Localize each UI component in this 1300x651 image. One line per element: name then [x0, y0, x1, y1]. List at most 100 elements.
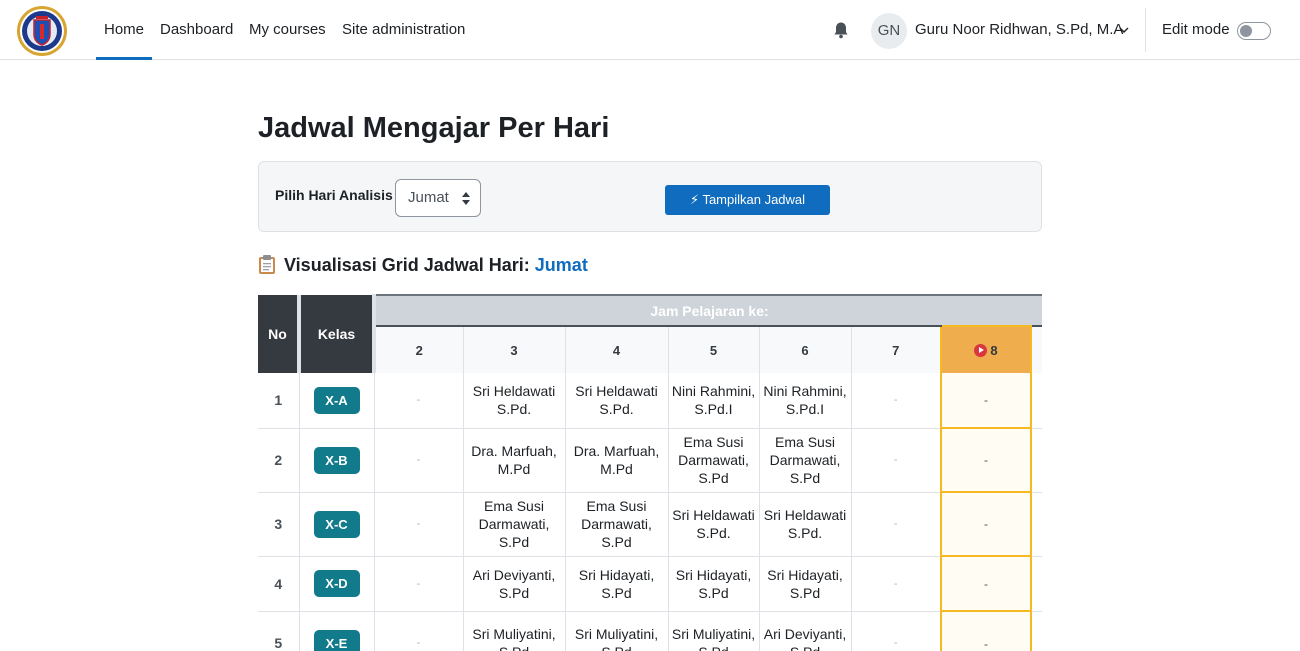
- schedule-cell: Ema Susi Darmawati, S.Pd: [463, 492, 566, 557]
- schedule-cell: -: [851, 373, 942, 429]
- user-menu-name[interactable]: Guru Noor Ridhwan, S.Pd, M.A: [915, 0, 1123, 60]
- schedule-cell: -: [374, 373, 464, 429]
- class-badge[interactable]: X-D: [313, 570, 360, 597]
- school-logo[interactable]: [16, 5, 68, 57]
- column-header-kelas: Kelas: [299, 295, 376, 373]
- play-circle-icon: [974, 343, 988, 357]
- row-number: 4: [258, 556, 300, 612]
- class-badge[interactable]: X-A: [313, 386, 360, 414]
- edit-mode-label: Edit mode: [1162, 21, 1230, 38]
- schedule-cell: -: [940, 428, 1032, 493]
- section-title-prefix: Visualisasi Grid Jadwal Hari:: [284, 255, 530, 275]
- schedule-cell: -: [374, 428, 464, 493]
- class-cell: X-C: [299, 492, 375, 557]
- row-number: 5: [258, 611, 300, 651]
- user-avatar[interactable]: GN: [871, 13, 907, 49]
- nav-item-home[interactable]: Home: [95, 0, 153, 60]
- filter-card: Pilih Hari Analisis Jumat ⚡ Tampilkan Ja…: [258, 161, 1042, 232]
- schedule-cell: Sri Muliyatini, S.Pd: [668, 611, 760, 651]
- schedule-cell: Ari Deviyanti, S.Pd: [463, 556, 566, 612]
- schedule-cell: -: [851, 428, 942, 493]
- nav-item-site-administration[interactable]: Site administration: [342, 0, 465, 60]
- period-header-6: 6: [759, 325, 852, 373]
- schedule-cell: Sri Hidayati, S.Pd: [565, 556, 669, 612]
- period-header-2: 2: [374, 325, 464, 373]
- period-header-4: 4: [565, 325, 669, 373]
- schedule-cell: -: [851, 611, 942, 651]
- row-number: 3: [258, 492, 300, 557]
- top-navbar: Home Dashboard My courses Site administrati…: [0, 0, 1300, 60]
- day-select-value: Jumat: [408, 189, 449, 206]
- toggle-knob: [1240, 25, 1252, 37]
- schedule-cell: Ema Susi Darmawati, S.Pd: [565, 492, 669, 557]
- schedule-cell: -: [940, 492, 1032, 557]
- schedule-cell: Sri Heldawati S.Pd.: [668, 492, 760, 557]
- schedule-cell: Nini Rahmini, S.Pd.I: [668, 373, 760, 429]
- schedule-cell: Nini Rahmini, S.Pd.I: [759, 373, 852, 429]
- day-select[interactable]: Jumat: [395, 179, 481, 217]
- schedule-cell: Ari Deviyanti, S.Pd: [759, 611, 852, 651]
- table-row: 5X-E-Sri Muliyatini, S.PdSri Muliyatini,…: [258, 611, 1042, 651]
- class-cell: X-B: [299, 428, 375, 493]
- schedule-grid: No Kelas Jam Pelajaran ke: 2 3 4 5 6 7 8 1 X-A - Sri …: [258, 294, 1042, 651]
- row-number: 1: [258, 373, 300, 429]
- period-header-5: 5: [668, 325, 760, 373]
- page-title: Jadwal Mengajar Per Hari: [258, 112, 610, 144]
- schedule-table: No Kelas Jam Pelajaran ke: 2 3 4 5 6 7 8 1 X-A - Sri …: [258, 294, 1042, 651]
- period-group-header: Jam Pelajaran ke:: [374, 294, 1042, 326]
- table-row: 2 X-B - Dra. Marfuah, M.Pd Dra. Marfuah, M.P…: [258, 428, 1042, 493]
- schedule-cell: Sri Heldawati S.Pd.: [463, 373, 566, 429]
- chevron-down-icon[interactable]: [1119, 26, 1129, 34]
- section-title: Visualisasi Grid Jadwal Hari: Jumat: [258, 254, 588, 276]
- navbar-divider: [1145, 8, 1146, 52]
- period-header-7: 7: [851, 325, 942, 373]
- schedule-cell: Ema Susi Darmawati, S.Pd: [759, 428, 852, 493]
- select-arrows-icon: [462, 192, 470, 205]
- period-number: 6: [801, 342, 809, 358]
- day-filter-label: Pilih Hari Analisis: [275, 187, 393, 203]
- nav-item-my-courses[interactable]: My courses: [249, 0, 326, 60]
- period-header-3: 3: [463, 325, 566, 373]
- row-overflow-cell: [1031, 428, 1042, 493]
- period-number: 7: [892, 342, 900, 358]
- schedule-cell: Sri Hidayati, S.Pd: [759, 556, 852, 612]
- class-badge[interactable]: X-C: [313, 510, 360, 538]
- class-cell: X-E: [299, 611, 375, 651]
- period-number: 8: [990, 342, 998, 358]
- row-overflow-cell: [1031, 611, 1042, 651]
- schedule-cell: Sri Muliyatini, S.Pd: [565, 611, 669, 651]
- nav-item-dashboard[interactable]: Dashboard: [160, 0, 233, 60]
- schedule-cell: Sri Muliyatini, S.Pd: [463, 611, 566, 651]
- class-badge[interactable]: X-E: [313, 629, 360, 651]
- class-badge[interactable]: X-B: [313, 446, 360, 474]
- row-overflow-cell: [1031, 373, 1042, 429]
- column-header-no: No: [258, 295, 301, 373]
- period-number: 5: [709, 342, 718, 358]
- schedule-cell: Sri Heldawati S.Pd.: [759, 492, 852, 557]
- edit-mode-toggle[interactable]: [1237, 22, 1271, 40]
- class-cell: X-A: [299, 373, 375, 429]
- schedule-cell: -: [940, 611, 1032, 651]
- period-number: 3: [510, 342, 518, 358]
- clipboard-icon: [258, 254, 276, 274]
- bell-icon[interactable]: [832, 21, 850, 39]
- table-row: 3 X-C - Ema Susi Darmawati, S.Pd Ema Susi Da…: [258, 492, 1042, 557]
- schedule-cell: -: [374, 611, 464, 651]
- row-number: 2: [258, 428, 300, 493]
- schedule-cell: -: [940, 556, 1032, 612]
- schedule-cell: -: [940, 373, 1032, 429]
- show-schedule-button[interactable]: ⚡ Tampilkan Jadwal: [665, 185, 830, 215]
- schedule-cell: -: [851, 492, 942, 557]
- table-row: 4 X-D - Ari Deviyanti, S.Pd Sri Hidayati, S.…: [258, 556, 1042, 612]
- schedule-cell: -: [374, 492, 464, 557]
- period-header-8: 8: [940, 325, 1032, 373]
- schedule-cell: -: [374, 556, 464, 612]
- schedule-cell: Sri Hidayati, S.Pd: [668, 556, 760, 612]
- schedule-cell: Dra. Marfuah, M.Pd: [463, 428, 566, 493]
- schedule-cell: Dra. Marfuah, M.Pd: [565, 428, 669, 493]
- period-number: 4: [612, 342, 621, 358]
- row-overflow-cell: [1031, 492, 1042, 557]
- row-overflow-cell: [1031, 556, 1042, 612]
- schedule-cell: Ema Susi Darmawati, S.Pd: [668, 428, 760, 493]
- section-title-day: Jumat: [534, 255, 588, 275]
